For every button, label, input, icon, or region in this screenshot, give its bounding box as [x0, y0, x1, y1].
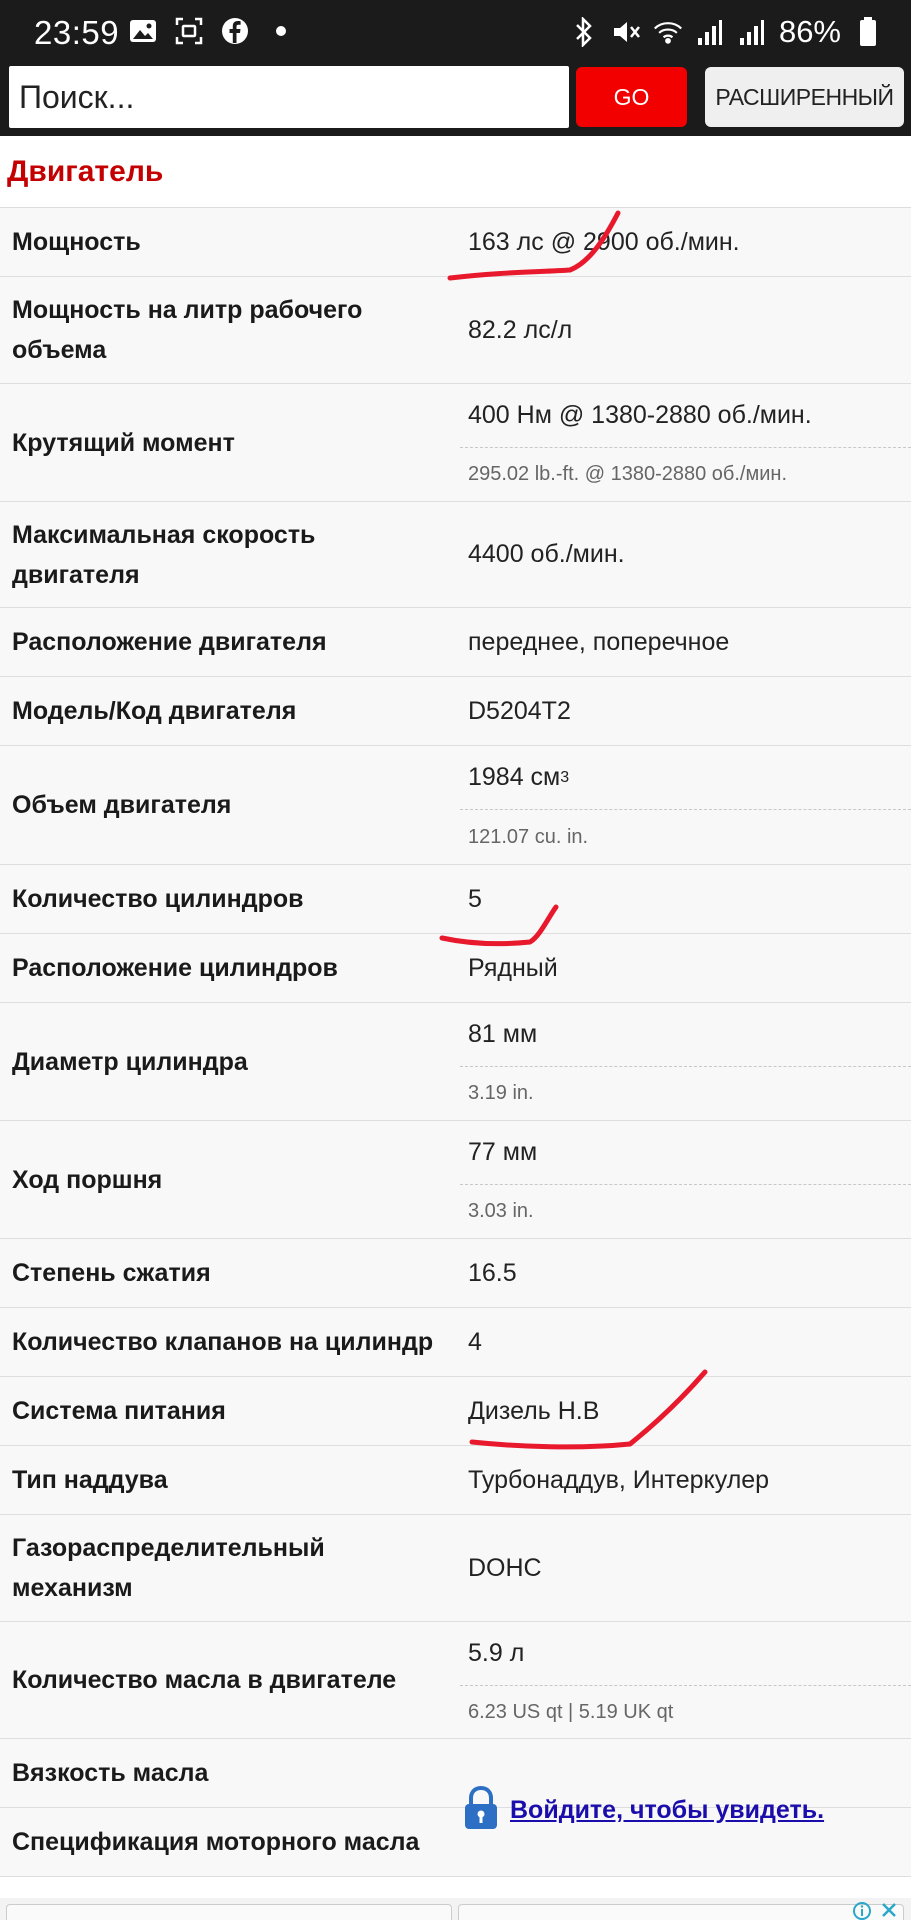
spec-row: Газораспределительный механизм DOHC: [0, 1515, 911, 1622]
section-title: Двигатель: [0, 136, 911, 208]
lock-icon: [462, 1785, 500, 1836]
spec-value-imperial: 3.19 in.: [460, 1066, 911, 1120]
spec-label: Тип наддува: [12, 1466, 168, 1494]
spec-label: Диаметр цилиндра: [12, 1047, 248, 1076]
spec-value-imperial: 295.02 lb.-ft. @ 1380-2880 об./мин.: [460, 447, 911, 501]
spec-label: Количество цилиндров: [12, 885, 304, 913]
advanced-search-button[interactable]: РАСШИРЕННЫЙ: [705, 67, 904, 127]
search-input[interactable]: [9, 66, 569, 128]
spec-label: Степень сжатия: [12, 1259, 211, 1287]
spec-row: Модель/Код двигателя D5204T2: [0, 677, 911, 746]
spec-value: переднее, поперечное: [468, 627, 730, 656]
spec-row: Крутящий момент 400 Нм @ 1380-2880 об./м…: [0, 384, 911, 502]
spec-row: Объем двигателя 1984 см 3 121.07 cu. in.: [0, 746, 911, 865]
facebook-icon: [220, 16, 250, 46]
status-system-icons: 86%: [569, 14, 883, 50]
ad-slot: [458, 1904, 904, 1920]
spec-value-imperial: 6.23 US qt | 5.19 UK qt: [460, 1685, 911, 1738]
spec-value: Турбонаддув, Интеркулер: [468, 1465, 770, 1494]
spec-label: Количество масла в двигателе: [12, 1666, 397, 1694]
spec-value: 5: [468, 884, 482, 913]
login-to-view[interactable]: Войдите, чтобы увидеть.: [462, 1785, 824, 1836]
spec-label: Газораспределительный механизм: [12, 1534, 325, 1602]
spec-value: D5204T2: [468, 696, 571, 725]
spec-label: Объем двигателя: [12, 791, 232, 819]
spec-label: Ход поршня: [12, 1165, 163, 1194]
battery-icon: [853, 17, 883, 47]
spec-label: Система питания: [12, 1397, 226, 1425]
spec-label: Количество клапанов на цилиндр: [12, 1328, 434, 1356]
ad-close-icon[interactable]: [879, 1900, 899, 1920]
spec-value: 4400 об./мин.: [468, 540, 625, 568]
spec-row: Максимальная скорость двигателя 4400 об.…: [0, 502, 911, 608]
spec-label: Мощность: [12, 228, 141, 256]
spec-value: 1984 см 3: [468, 763, 570, 791]
spec-row: Количество масла в двигателе 5.9 л 6.23 …: [0, 1622, 911, 1739]
status-notification-icons: [128, 16, 296, 46]
signal-icon: [737, 17, 767, 47]
status-time: 23:59: [34, 14, 120, 51]
spec-label: Модель/Код двигателя: [12, 697, 297, 725]
engine-section: Двигатель Мощность 163 лс @ 2900 об./мин…: [0, 136, 911, 1877]
spec-label: Спецификация моторного масла: [12, 1828, 420, 1856]
spec-row: Диаметр цилиндра 81 мм 3.19 in.: [0, 1003, 911, 1121]
spec-row: Расположение цилиндров Рядный: [0, 934, 911, 1003]
spec-row: Тип наддува Турбонаддув, Интеркулер: [0, 1446, 911, 1515]
spec-row: Мощность на литр рабочего объема 82.2 лс…: [0, 277, 911, 384]
go-button[interactable]: GO: [576, 67, 687, 127]
gallery-icon: [128, 16, 158, 46]
spec-value: 163 лс @ 2900 об./мин.: [468, 227, 740, 256]
spec-row: Степень сжатия 16.5: [0, 1239, 911, 1308]
spec-label: Расположение цилиндров: [12, 954, 338, 982]
spec-label: Крутящий момент: [12, 428, 235, 457]
spec-row: Расположение двигателя переднее, попереч…: [0, 608, 911, 677]
bluetooth-icon: [569, 17, 599, 47]
spec-value: 400 Нм @ 1380-2880 об./мин.: [468, 401, 812, 429]
spec-value: Дизель Н.В: [468, 1396, 600, 1425]
ad-info-icon[interactable]: [853, 1902, 871, 1920]
spec-value: 82.2 лс/л: [468, 315, 573, 344]
spec-label: Мощность на литр рабочего объема: [12, 296, 363, 364]
status-bar: 23:59 86%: [0, 0, 911, 62]
spec-value: DOHC: [468, 1553, 542, 1582]
spec-row: Система питания Дизель Н.В: [0, 1377, 911, 1446]
spec-row: Количество цилиндров 5: [0, 865, 911, 934]
spec-label: Максимальная скорость двигателя: [12, 520, 316, 589]
spec-row: Количество клапанов на цилиндр 4: [0, 1308, 911, 1377]
wifi-icon: [653, 17, 683, 47]
spec-value: 5.9 л: [468, 1639, 525, 1667]
spec-row: Ход поршня 77 мм 3.03 in.: [0, 1121, 911, 1239]
locked-rows: Вязкость масла Спецификация моторного ма…: [0, 1739, 911, 1877]
ad-slot: [6, 1904, 452, 1920]
spec-value: 81 мм: [468, 1020, 538, 1048]
battery-percent: 86%: [778, 14, 841, 49]
mute-icon: [611, 17, 641, 47]
spec-value-imperial: 3.03 in.: [460, 1184, 911, 1238]
spec-value-imperial: 121.07 cu. in.: [460, 809, 911, 864]
dot-icon: [266, 16, 296, 46]
spec-value: 4: [468, 1327, 482, 1356]
spec-value: 77 мм: [468, 1138, 538, 1166]
spec-row: Мощность 163 лс @ 2900 об./мин.: [0, 208, 911, 277]
spec-label: Расположение двигателя: [12, 628, 327, 656]
ad-banner: [0, 1898, 911, 1920]
spec-value: 16.5: [468, 1258, 517, 1287]
signal-icon: [695, 17, 725, 47]
screenshot-icon: [174, 16, 204, 46]
spec-value: Рядный: [468, 953, 558, 982]
search-bar: GO РАСШИРЕННЫЙ: [0, 62, 911, 136]
spec-label: Вязкость масла: [12, 1759, 209, 1787]
login-link[interactable]: Войдите, чтобы увидеть.: [510, 1796, 824, 1825]
